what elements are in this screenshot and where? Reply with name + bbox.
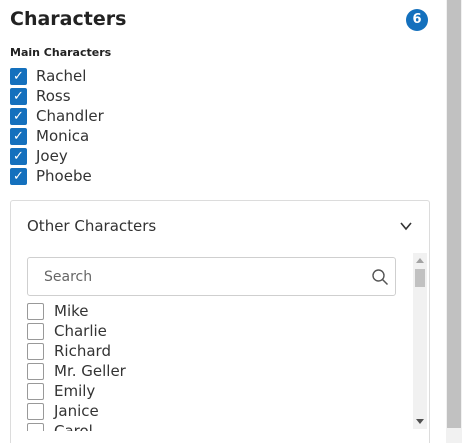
main-characters-label: Main Characters xyxy=(10,46,112,59)
main-character-label: Rachel xyxy=(36,67,87,85)
other-characters-list: Mike Charlie Richard Mr. Geller Emily Ja… xyxy=(27,301,403,431)
checkbox-unchecked[interactable] xyxy=(27,302,44,320)
checkmark-icon: ✓ xyxy=(13,128,24,144)
main-character-item-phoebe[interactable]: ✓ Phoebe xyxy=(10,166,104,186)
main-characters-list: ✓ Rachel ✓ Ross ✓ Chandler ✓ Monica ✓ Jo… xyxy=(10,66,104,186)
other-character-label: Emily xyxy=(54,382,96,400)
other-character-label: Janice xyxy=(54,402,99,420)
panel-scrollbar[interactable] xyxy=(446,0,462,443)
other-character-item-carol[interactable]: Carol xyxy=(27,421,403,431)
list-scrollbar[interactable] xyxy=(413,253,427,429)
main-character-label: Monica xyxy=(36,127,90,145)
checkbox-unchecked[interactable] xyxy=(27,362,44,380)
checkbox-unchecked[interactable] xyxy=(27,382,44,400)
checkbox-unchecked[interactable] xyxy=(27,402,44,420)
other-characters-title[interactable]: Other Characters xyxy=(27,217,156,235)
chevron-down-icon[interactable] xyxy=(399,219,413,233)
checkbox-unchecked[interactable] xyxy=(27,422,44,431)
checkbox-checked[interactable]: ✓ xyxy=(10,87,27,105)
main-character-item-rachel[interactable]: ✓ Rachel xyxy=(10,66,104,86)
checkmark-icon: ✓ xyxy=(13,88,24,104)
checkbox-checked[interactable]: ✓ xyxy=(10,147,27,165)
search-field[interactable] xyxy=(27,257,396,296)
selected-count-badge: 6 xyxy=(406,9,428,31)
other-character-item-janice[interactable]: Janice xyxy=(27,401,403,421)
other-character-label: Charlie xyxy=(54,322,107,340)
main-character-label: Joey xyxy=(36,147,68,165)
other-character-label: Richard xyxy=(54,342,111,360)
checkmark-icon: ✓ xyxy=(13,168,24,184)
characters-panel: Characters 6 Main Characters ✓ Rachel ✓ … xyxy=(0,0,446,443)
search-input[interactable] xyxy=(28,258,358,295)
scroll-up-arrow-icon[interactable] xyxy=(416,258,424,263)
panel-scrollbar-thumb[interactable] xyxy=(447,0,461,428)
main-character-item-joey[interactable]: ✓ Joey xyxy=(10,146,104,166)
main-character-item-ross[interactable]: ✓ Ross xyxy=(10,86,104,106)
other-character-label: Mr. Geller xyxy=(54,362,126,380)
other-character-item-richard[interactable]: Richard xyxy=(27,341,403,361)
main-character-label: Chandler xyxy=(36,107,104,125)
other-character-item-mike[interactable]: Mike xyxy=(27,301,403,321)
checkmark-icon: ✓ xyxy=(13,68,24,84)
checkbox-checked[interactable]: ✓ xyxy=(10,167,27,185)
checkbox-unchecked[interactable] xyxy=(27,342,44,360)
other-character-item-mr-geller[interactable]: Mr. Geller xyxy=(27,361,403,381)
other-characters-section: Other Characters Mike Charlie Richard xyxy=(10,200,430,443)
main-character-item-chandler[interactable]: ✓ Chandler xyxy=(10,106,104,126)
panel-title: Characters xyxy=(10,8,127,30)
checkbox-checked[interactable]: ✓ xyxy=(10,107,27,125)
main-character-item-monica[interactable]: ✓ Monica xyxy=(10,126,104,146)
checkbox-unchecked[interactable] xyxy=(27,322,44,340)
scrollbar-thumb[interactable] xyxy=(415,269,425,287)
checkbox-checked[interactable]: ✓ xyxy=(10,67,27,85)
checkmark-icon: ✓ xyxy=(13,108,24,124)
main-character-label: Ross xyxy=(36,87,71,105)
other-character-item-charlie[interactable]: Charlie xyxy=(27,321,403,341)
main-character-label: Phoebe xyxy=(36,167,92,185)
scroll-down-arrow-icon[interactable] xyxy=(416,419,424,424)
checkbox-checked[interactable]: ✓ xyxy=(10,127,27,145)
other-character-item-emily[interactable]: Emily xyxy=(27,381,403,401)
other-character-label: Mike xyxy=(54,302,89,320)
search-icon[interactable] xyxy=(371,268,389,286)
checkmark-icon: ✓ xyxy=(13,148,24,164)
other-character-label: Carol xyxy=(54,422,93,431)
